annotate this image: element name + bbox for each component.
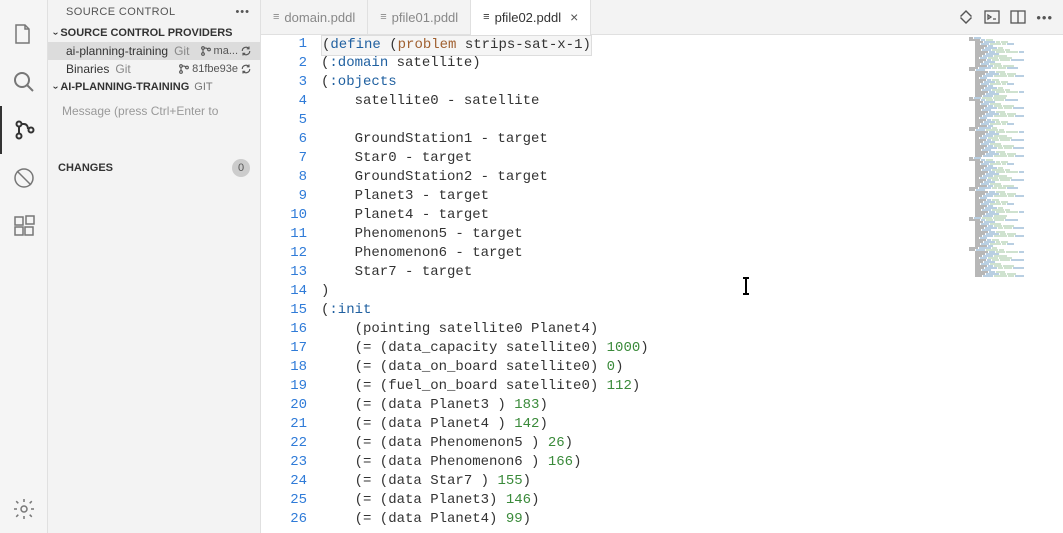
activity-bar xyxy=(0,0,48,533)
editor-actions: ••• xyxy=(958,9,1063,25)
split-editor-icon[interactable] xyxy=(1010,9,1026,25)
extensions-icon[interactable] xyxy=(0,202,48,250)
minimap[interactable] xyxy=(969,37,1049,337)
file-icon: ≡ xyxy=(483,11,489,23)
changes-header[interactable]: CHANGES 0 xyxy=(48,156,260,180)
app-root: SOURCE CONTROL ••• › SOURCE CONTROL PROV… xyxy=(0,0,1063,533)
editor-tab[interactable]: ≡pfile02.pddl× xyxy=(471,0,591,35)
scm-provider-row[interactable]: ai-planning-trainingGitma... xyxy=(48,42,260,60)
debug-icon[interactable] xyxy=(0,154,48,202)
settings-icon[interactable] xyxy=(0,485,48,533)
sync-icon xyxy=(240,45,252,57)
explorer-icon[interactable] xyxy=(0,10,48,58)
chevron-down-icon: › xyxy=(50,85,61,88)
branch-icon xyxy=(178,63,190,75)
scm-icon[interactable] xyxy=(0,106,48,154)
code-editor[interactable]: 1234567891011121314151617181920212223242… xyxy=(261,35,1063,533)
sync-icon xyxy=(240,63,252,75)
repo-header[interactable]: › AI-PLANNING-TRAINING GIT xyxy=(48,78,260,96)
chevron-down-icon: › xyxy=(50,31,61,34)
providers-header[interactable]: › SOURCE CONTROL PROVIDERS xyxy=(48,24,260,42)
more-icon[interactable]: ••• xyxy=(235,6,250,18)
close-icon[interactable]: × xyxy=(570,9,578,25)
compare-icon[interactable] xyxy=(958,9,974,25)
commit-message-input[interactable]: Message (press Ctrl+Enter to xyxy=(56,100,252,152)
editor-tab[interactable]: ≡domain.pddl xyxy=(261,0,368,35)
branch-icon xyxy=(200,45,212,57)
sidebar-title-row: SOURCE CONTROL ••• xyxy=(48,0,260,24)
sidebar-title: SOURCE CONTROL xyxy=(66,6,176,18)
file-icon: ≡ xyxy=(380,11,386,23)
editor-area: ≡domain.pddl≡pfile01.pddl≡pfile02.pddl× … xyxy=(261,0,1063,533)
more-icon[interactable]: ••• xyxy=(1036,10,1053,25)
preview-icon[interactable] xyxy=(984,9,1000,25)
changes-count-badge: 0 xyxy=(232,159,250,177)
code-content[interactable]: (define (problem strips-sat-x-1)(:domain… xyxy=(321,35,1063,533)
search-icon[interactable] xyxy=(0,58,48,106)
tab-bar: ≡domain.pddl≡pfile01.pddl≡pfile02.pddl× … xyxy=(261,0,1063,35)
scm-provider-row[interactable]: BinariesGit81fbe93e xyxy=(48,60,260,78)
sidebar: SOURCE CONTROL ••• › SOURCE CONTROL PROV… xyxy=(48,0,261,533)
file-icon: ≡ xyxy=(273,11,279,23)
editor-tab[interactable]: ≡pfile01.pddl xyxy=(368,0,471,35)
line-number-gutter: 1234567891011121314151617181920212223242… xyxy=(261,35,321,533)
text-cursor xyxy=(745,278,747,294)
